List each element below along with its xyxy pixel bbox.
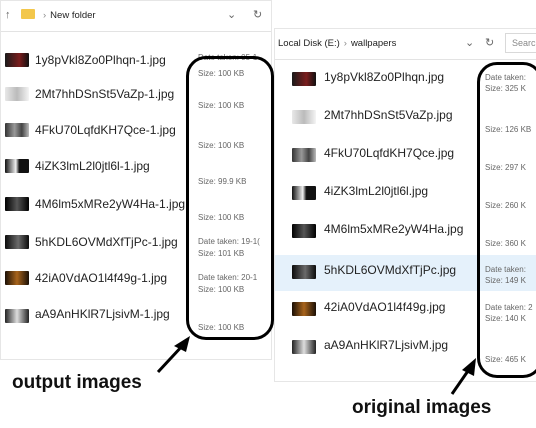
annotation-arrows <box>156 336 476 395</box>
arrowhead-original-icon <box>462 358 476 376</box>
arrowhead-output-icon <box>174 336 190 352</box>
output-images-label: output images <box>12 372 142 393</box>
original-images-label: original images <box>352 397 492 418</box>
